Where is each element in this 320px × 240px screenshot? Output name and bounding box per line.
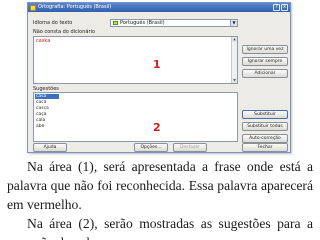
- misspelled-word: caska: [36, 38, 51, 44]
- close-button[interactable]: Fechar: [242, 143, 288, 152]
- suggestion-item[interactable]: casa: [35, 94, 59, 99]
- caption-paragraph-2: Na área (2), serão mostradas as sugestõe…: [7, 216, 313, 240]
- suggestion-item[interactable]: caça: [36, 112, 46, 117]
- autocorrect-button[interactable]: Auto-correção: [242, 134, 288, 143]
- dialog-title: Ortografia: Português (Brasil): [38, 4, 112, 10]
- scroll-down-icon[interactable]: ▼: [232, 78, 237, 83]
- dialog-titlebar[interactable]: Ortografia: Português (Brasil) ? x: [28, 3, 290, 12]
- scroll-up-icon[interactable]: ▲: [232, 37, 237, 42]
- language-label: Idioma do texto: [33, 20, 73, 26]
- options-button[interactable]: Opções...: [134, 143, 168, 152]
- add-button[interactable]: Adicionar: [242, 69, 288, 78]
- help-button[interactable]: Ajuda: [33, 143, 67, 152]
- brazil-flag-icon: [113, 21, 118, 25]
- suggestion-item[interactable]: abe: [36, 124, 44, 129]
- textarea-scrollbar[interactable]: ▲ ▼: [231, 37, 237, 83]
- ignore-once-button[interactable]: Ignorar uma vez: [242, 45, 288, 54]
- area-marker-2: 2: [153, 121, 161, 134]
- area-marker-1: 1: [153, 58, 161, 71]
- caption-text: Na área (1), será apresentada a frase on…: [7, 157, 313, 240]
- change-all-button[interactable]: Substituir todas: [242, 122, 288, 131]
- language-select[interactable]: Português (Brasil) ▼: [110, 19, 238, 27]
- suggestions-list[interactable]: casa caca casca caça cala abe: [33, 92, 238, 142]
- suggestion-item[interactable]: cala: [36, 118, 45, 123]
- not-found-label: Não consta do dicionário: [33, 29, 95, 35]
- help-icon[interactable]: ?: [273, 4, 280, 11]
- language-value: Português (Brasil): [120, 20, 165, 26]
- ignore-always-button[interactable]: Ignorar sempre: [242, 57, 288, 66]
- not-found-textarea[interactable]: caska ▲ ▼: [33, 36, 238, 84]
- app-icon: [30, 4, 36, 11]
- undo-button[interactable]: Desfazer: [173, 143, 207, 152]
- suggestion-item[interactable]: caca: [36, 100, 46, 105]
- suggestion-item[interactable]: casca: [36, 106, 49, 111]
- close-icon[interactable]: x: [281, 4, 288, 11]
- spelling-dialog: Ortografia: Português (Brasil) ? x Idiom…: [27, 2, 291, 153]
- change-button[interactable]: Substituir: [242, 110, 288, 119]
- chevron-down-icon[interactable]: ▼: [230, 20, 237, 26]
- caption-paragraph-1: Na área (1), será apresentada a frase on…: [7, 159, 313, 212]
